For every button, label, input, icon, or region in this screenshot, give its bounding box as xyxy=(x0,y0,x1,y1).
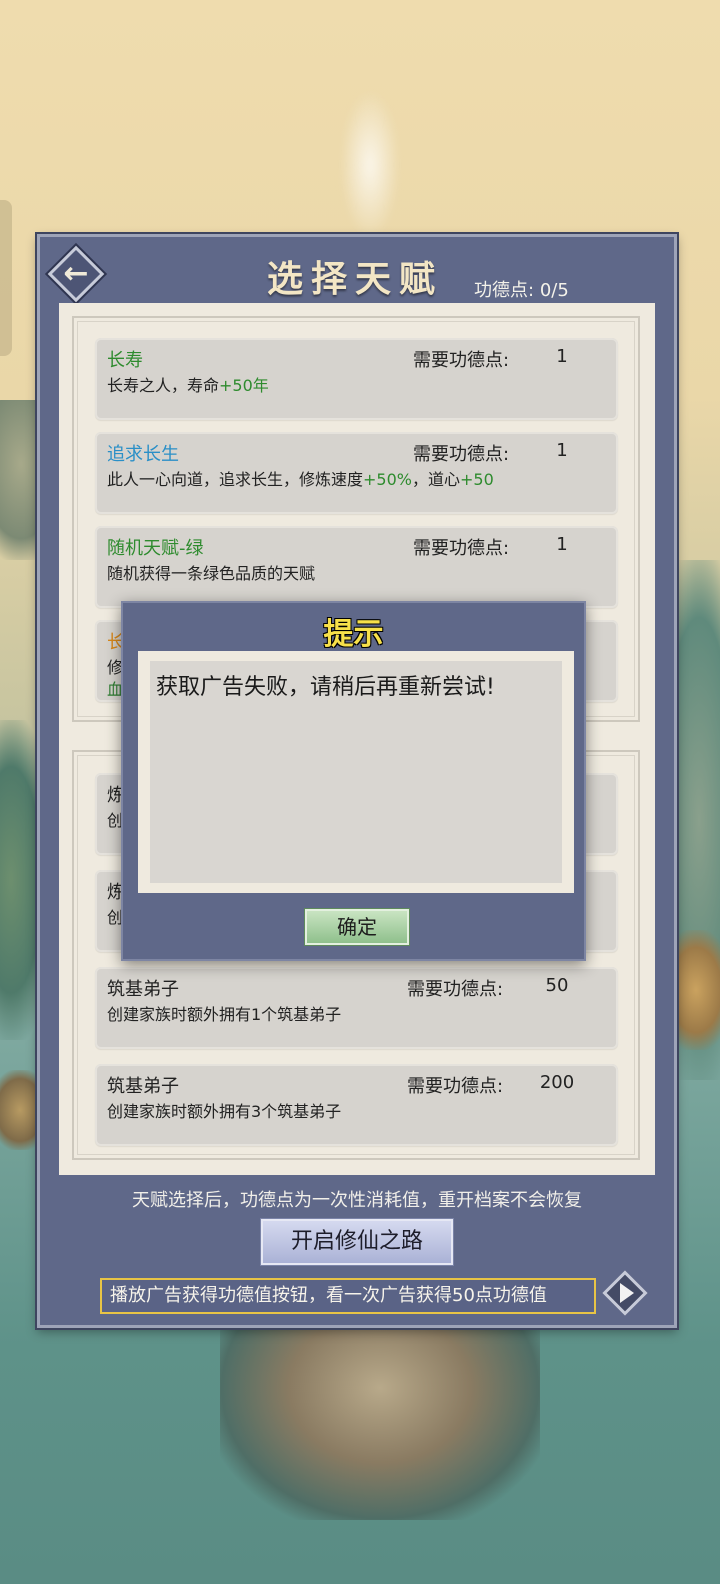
talent-desc: 此人一心向道，追求长生，修炼速度+50%，道心+50 xyxy=(107,470,494,489)
dialog-body: 获取广告失败，请稍后再重新尝试! xyxy=(138,651,574,893)
back-button[interactable]: ← xyxy=(47,245,105,303)
ad-banner[interactable]: 播放广告获得功德值按钮，看一次广告获得50点功德值 xyxy=(100,1278,596,1314)
cost-label: 需要功德点: xyxy=(413,538,510,559)
start-button[interactable]: 开启修仙之路 xyxy=(261,1219,453,1265)
talent-name: 追求长生 xyxy=(107,444,179,465)
dialog-title: 提示 xyxy=(323,617,384,652)
merit-value: 0/5 xyxy=(539,280,569,301)
cost-value: 1 xyxy=(556,534,568,555)
smoke-decoration xyxy=(340,90,400,240)
cost-value: 1 xyxy=(556,346,568,367)
talent-name: 随机天赋-绿 xyxy=(107,538,204,559)
background-rock xyxy=(220,1300,540,1520)
dialog-message-area: 获取广告失败，请稍后再重新尝试! xyxy=(150,661,562,883)
cost-value: 1 xyxy=(556,440,568,461)
talent-desc: 创建家族时额外拥有1个筑基弟子 xyxy=(107,1005,342,1024)
side-tab[interactable] xyxy=(0,200,12,356)
play-icon xyxy=(620,1283,634,1303)
confirm-button[interactable]: 确定 xyxy=(305,909,409,945)
arrow-left-icon: ← xyxy=(63,256,89,291)
talent-note: 天赋选择后，功德点为一次性消耗值，重开档案不会恢复 xyxy=(132,1190,582,1211)
talent-item[interactable]: 长寿 需要功德点: 1 长寿之人，寿命+50年 xyxy=(95,338,618,420)
talent-desc: 创建家族时额外拥有3个筑基弟子 xyxy=(107,1102,342,1121)
talent-item[interactable]: 筑基弟子 需要功德点: 50 创建家族时额外拥有1个筑基弟子 xyxy=(95,967,618,1049)
dialog-message: 获取广告失败，请稍后再重新尝试! xyxy=(156,675,495,700)
talent-name: 筑基弟子 xyxy=(107,979,179,1000)
talent-name: 筑基弟子 xyxy=(107,1076,179,1097)
merit-label: 功德点: xyxy=(474,280,535,301)
cost-value: 50 xyxy=(545,975,569,996)
talent-desc: 随机获得一条绿色品质的天赋 xyxy=(107,564,316,583)
merit-points: 功德点: 0/5 xyxy=(474,276,569,302)
cost-label: 需要功德点: xyxy=(413,444,510,465)
talent-name: 长寿 xyxy=(107,350,143,371)
talent-item[interactable]: 随机天赋-绿 需要功德点: 1 随机获得一条绿色品质的天赋 xyxy=(95,526,618,608)
cost-label: 需要功德点: xyxy=(407,979,504,1000)
talent-item[interactable]: 筑基弟子 需要功德点: 200 创建家族时额外拥有3个筑基弟子 xyxy=(95,1064,618,1146)
talent-item[interactable]: 追求长生 需要功德点: 1 此人一心向道，追求长生，修炼速度+50%，道心+50 xyxy=(95,432,618,514)
talent-desc: 长寿之人，寿命+50年 xyxy=(107,376,269,395)
page-title: 选择天赋 xyxy=(266,258,443,300)
cost-label: 需要功德点: xyxy=(413,350,510,371)
alert-dialog: 提示 获取广告失败，请稍后再重新尝试! 确定 xyxy=(121,601,586,961)
cost-label: 需要功德点: xyxy=(407,1076,504,1097)
cost-value: 200 xyxy=(539,1072,575,1093)
play-ad-button[interactable] xyxy=(602,1270,648,1316)
